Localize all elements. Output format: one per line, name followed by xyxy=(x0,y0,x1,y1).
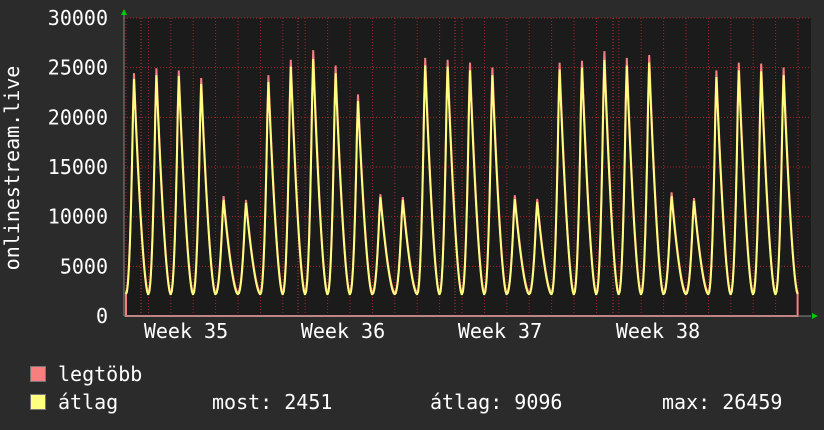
y-tick-label: 25000 xyxy=(48,56,108,80)
x-tick-label: Week 36 xyxy=(301,319,385,343)
y-tick-labels: 0 5000 10000 15000 20000 25000 30000 xyxy=(48,6,108,328)
y-axis-label: onlinestream.live xyxy=(0,66,24,271)
stat-now: most: 2451 xyxy=(212,390,333,414)
y-tick-label: 30000 xyxy=(48,6,108,30)
stat-max: max: 26459 xyxy=(662,390,783,414)
x-tick-label: Week 37 xyxy=(458,319,542,343)
legend-swatch-avg xyxy=(30,394,46,410)
x-tick-labels: Week 35 Week 36 Week 37 Week 38 xyxy=(144,319,700,343)
y-tick-label: 10000 xyxy=(48,205,108,229)
legend-label-avg: átlag xyxy=(58,390,119,414)
legend-label-max: legtöbb xyxy=(58,362,143,386)
y-axis-arrow-icon xyxy=(121,9,127,15)
legend-swatch-max xyxy=(30,366,46,382)
x-axis-arrow-icon xyxy=(812,313,818,319)
y-tick-label: 20000 xyxy=(48,105,108,129)
x-tick-label: Week 35 xyxy=(144,319,228,343)
x-tick-label: Week 38 xyxy=(616,319,700,343)
y-tick-label: 0 xyxy=(96,304,108,328)
stat-average: átlag: 9096 xyxy=(430,390,563,414)
y-tick-label: 15000 xyxy=(48,155,108,179)
y-tick-label: 5000 xyxy=(60,254,108,278)
